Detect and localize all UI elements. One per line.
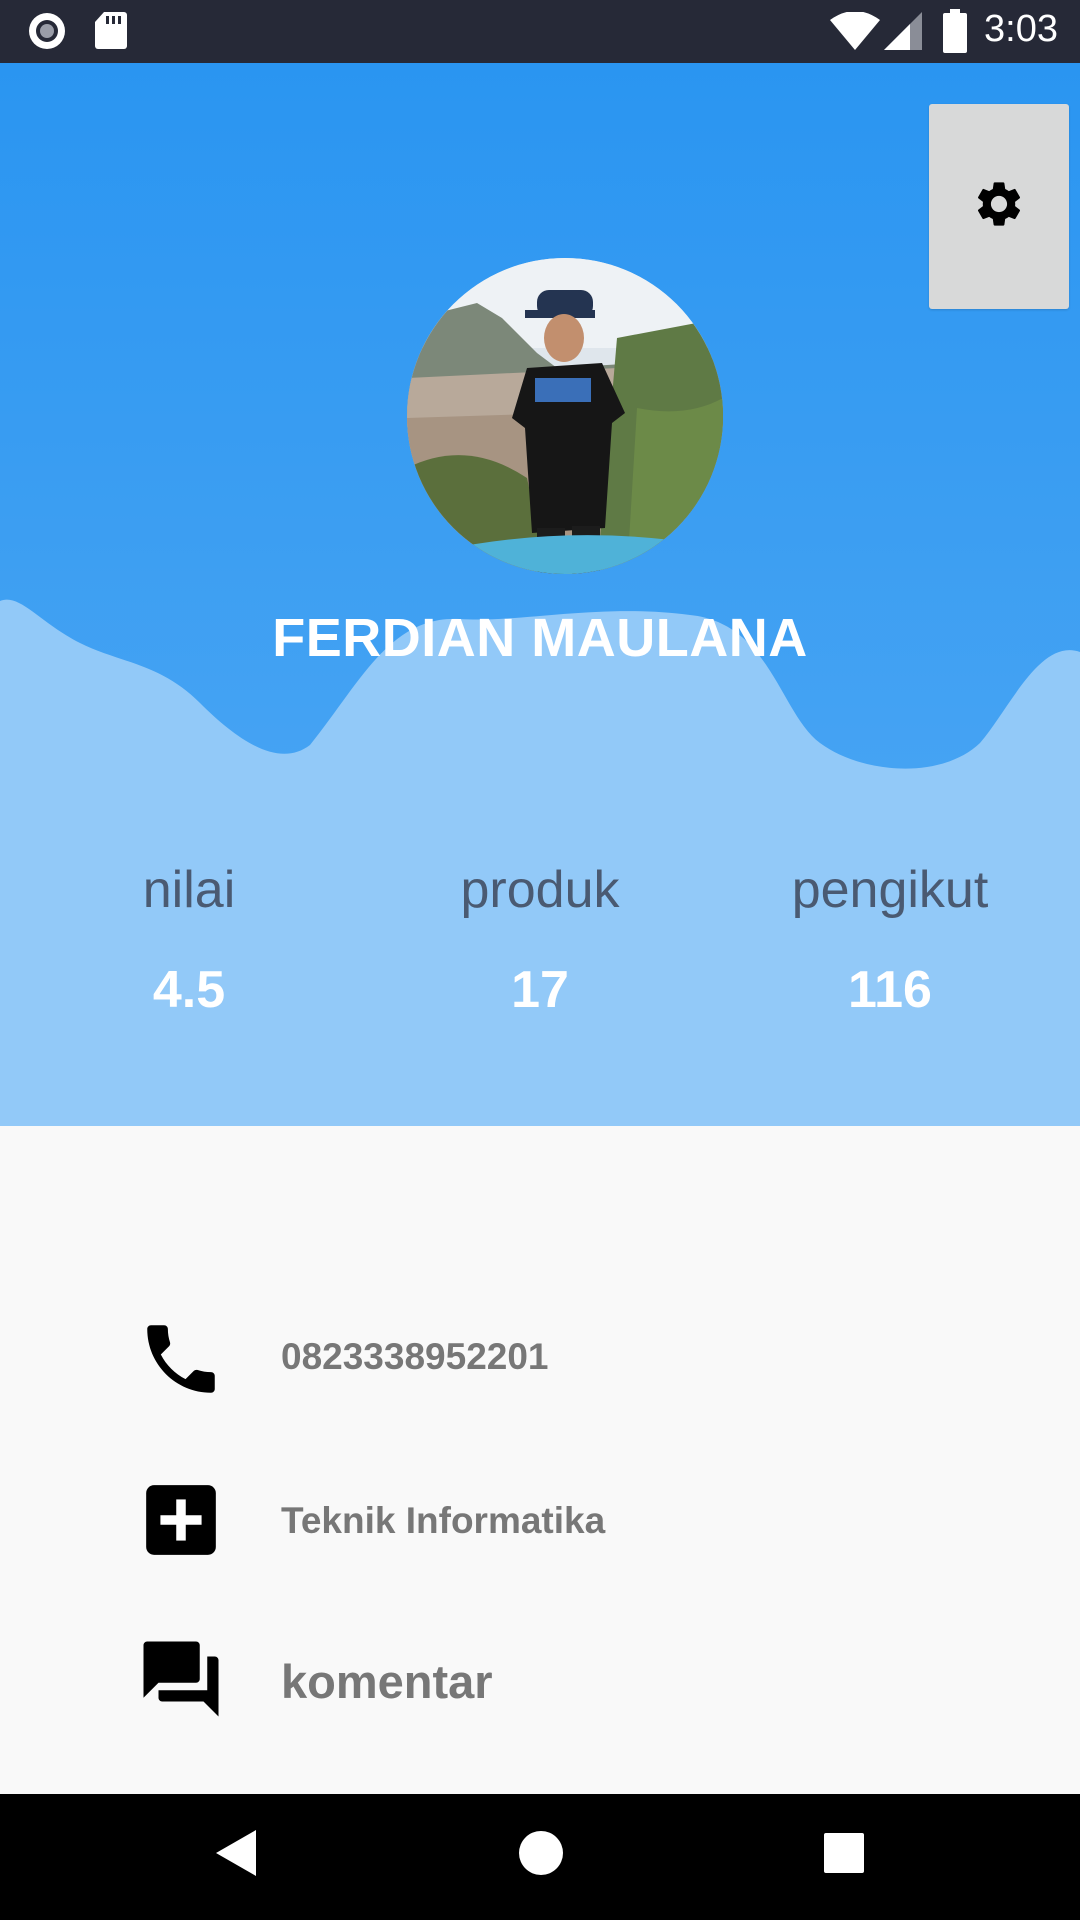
stat-value: 116 [848, 961, 932, 1019]
settings-button[interactable] [929, 104, 1069, 309]
stat-produk: produk 17 [390, 860, 690, 1020]
home-icon[interactable] [518, 1830, 564, 1881]
status-time: 3:03 [984, 8, 1058, 50]
phone-number: 0823338952201 [281, 1336, 549, 1377]
stat-label: pengikut [791, 861, 989, 919]
gear-icon [972, 177, 1026, 236]
department-row[interactable]: Teknik Informatika [0, 1474, 1080, 1584]
stat-value: 17 [511, 961, 569, 1019]
phone-icon [136, 1314, 226, 1404]
phone-row[interactable]: 0823338952201 [0, 1314, 1080, 1424]
profile-avatar [407, 258, 723, 574]
forum-icon [136, 1634, 226, 1724]
sd-card-icon [94, 10, 128, 55]
stat-label: produk [460, 861, 620, 919]
add-box-icon [143, 1482, 233, 1572]
navigation-bar [0, 1794, 1080, 1920]
stat-value: 4.5 [152, 961, 226, 1019]
signal-icon [884, 12, 922, 55]
recents-icon[interactable] [823, 1832, 865, 1879]
back-icon[interactable] [214, 1828, 258, 1883]
record-icon [26, 10, 68, 57]
stat-pengikut: pengikut 116 [740, 860, 1040, 1020]
battery-icon [942, 9, 968, 58]
profile-name: FERDIAN MAULANA [272, 608, 808, 668]
stat-label: nilai [142, 861, 236, 919]
comments-row[interactable]: komentar [0, 1634, 1080, 1744]
status-bar: 3:03 [0, 0, 1080, 63]
department-text: Teknik Informatika [281, 1500, 606, 1541]
stat-nilai: nilai 4.5 [39, 860, 339, 1020]
comments-label: komentar [281, 1655, 493, 1708]
wifi-icon [830, 11, 880, 55]
